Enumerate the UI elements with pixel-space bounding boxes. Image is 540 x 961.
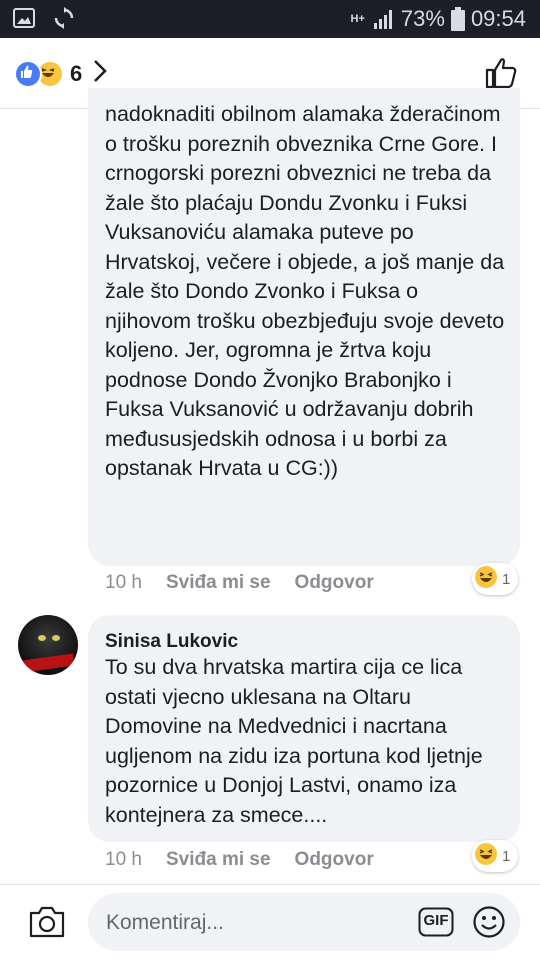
comment-text: nadoknaditi obilnom alamaka žderačinom o… — [105, 102, 505, 480]
avatar[interactable] — [18, 615, 78, 675]
haha-reaction-icon — [474, 565, 498, 593]
avatar-eye — [52, 635, 60, 641]
reaction-count: 1 — [502, 570, 511, 588]
comment-input[interactable] — [104, 905, 408, 941]
haha-reaction-icon — [474, 842, 498, 870]
emoji-icon[interactable] — [472, 905, 506, 944]
gallery-icon — [12, 6, 36, 30]
reaction-count: 1 — [502, 847, 511, 865]
like-comment-button[interactable]: Sviđa mi se — [166, 849, 271, 871]
comment-input-wrapper: GIF — [88, 893, 520, 951]
comment-actions: 10 h Sviđa mi se Odgovor — [105, 849, 374, 871]
comment-bubble: Sinisa Lukovic To su dva hrvatska martir… — [88, 615, 520, 842]
comment-bubble: nadoknaditi obilnom alamaka žderačinom o… — [88, 88, 520, 566]
comment-text: To su dva hrvatska martira cija ce lica … — [105, 655, 483, 827]
like-reaction-icon — [14, 59, 42, 88]
comment-time: 10 h — [105, 849, 142, 870]
reaction-count: 6 — [70, 60, 83, 86]
avatar-banner — [21, 653, 75, 673]
status-bar: H+ 73% 09:54 — [0, 0, 540, 38]
sync-icon — [52, 6, 76, 30]
avatar-eye — [38, 635, 46, 641]
gif-icon[interactable]: GIF — [418, 907, 454, 942]
comment-time: 10 h — [105, 572, 142, 593]
reaction-summary[interactable]: 6 — [14, 58, 108, 89]
reply-button[interactable]: Odgovor — [295, 572, 374, 594]
battery-icon — [450, 7, 465, 31]
clock: 09:54 — [470, 6, 526, 31]
like-comment-button[interactable]: Sviđa mi se — [166, 572, 271, 594]
comment-reaction-badge[interactable]: 1 — [472, 840, 519, 872]
signal-icon — [373, 8, 395, 30]
gif-label: GIF — [423, 912, 449, 929]
comment-composer: GIF — [0, 884, 540, 961]
camera-icon[interactable] — [28, 905, 66, 944]
battery-percent: 73% — [400, 6, 445, 31]
comment-reaction-badge[interactable]: 1 — [472, 563, 519, 595]
chevron-right-icon — [92, 58, 108, 89]
network-type: H+ — [350, 12, 365, 25]
reply-button[interactable]: Odgovor — [295, 849, 374, 871]
comment-actions: 10 h Sviđa mi se Odgovor — [105, 572, 374, 594]
